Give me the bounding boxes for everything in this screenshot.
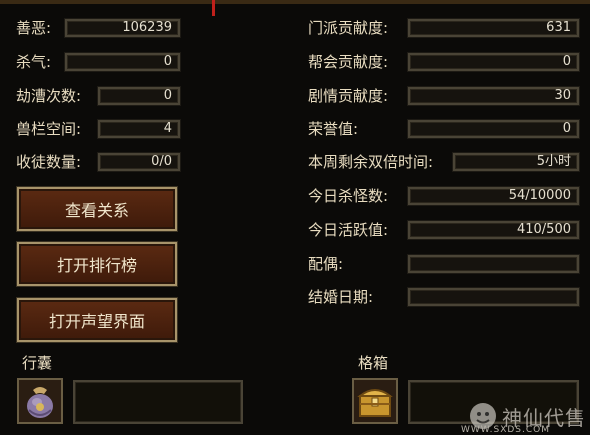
bag-detail-slot[interactable] xyxy=(73,380,243,424)
pouch-icon xyxy=(19,380,61,422)
pet-space-label: 兽栏空间: xyxy=(16,120,82,138)
chest-icon xyxy=(354,380,396,422)
activity-label: 今日活跃值: xyxy=(308,221,389,239)
watermark-url: WWW.SXDS.COM xyxy=(460,425,550,435)
killing-aura-label: 杀气: xyxy=(16,53,52,71)
honor-label: 荣誉值: xyxy=(308,120,359,138)
open-ranking-button[interactable]: 打开排行榜 xyxy=(17,242,177,286)
double-time-label: 本周剩余双倍时间: xyxy=(308,153,434,171)
view-relations-button[interactable]: 查看关系 xyxy=(17,187,177,231)
top-red-marker xyxy=(212,0,215,16)
bag-label: 行囊 xyxy=(22,354,53,372)
wedding-date-label: 结婚日期: xyxy=(308,288,374,306)
bag-slot[interactable] xyxy=(17,378,63,424)
monster-kills-label: 今日杀怪数: xyxy=(308,187,389,205)
honor-value: 0 xyxy=(407,119,580,139)
wedding-date-value xyxy=(407,287,580,307)
robbery-count-label: 劫漕次数: xyxy=(16,87,82,105)
spouse-label: 配偶: xyxy=(308,255,344,273)
sect-contribution-value: 631 xyxy=(407,18,580,38)
apprentice-count-label: 收徒数量: xyxy=(16,153,82,171)
open-reputation-button[interactable]: 打开声望界面 xyxy=(17,298,177,342)
monster-kills-value: 54/10000 xyxy=(407,186,580,206)
guild-contribution-value: 0 xyxy=(407,52,580,72)
activity-value: 410/500 xyxy=(407,220,580,240)
karma-value: 106239 xyxy=(64,18,181,38)
story-contribution-value: 30 xyxy=(407,86,580,106)
sect-contribution-label: 门派贡献度: xyxy=(308,19,389,37)
chest-slot[interactable] xyxy=(352,378,398,424)
killing-aura-value: 0 xyxy=(64,52,181,72)
box-label: 格箱 xyxy=(358,354,389,372)
spouse-value xyxy=(407,254,580,274)
karma-label: 善恶: xyxy=(16,19,52,37)
story-contribution-label: 剧情贡献度: xyxy=(308,87,389,105)
top-frame-strip xyxy=(0,0,590,16)
robbery-count-value: 0 xyxy=(97,86,181,106)
apprentice-count-value: 0/0 xyxy=(97,152,181,172)
double-time-value: 5小时 xyxy=(452,152,580,172)
guild-contribution-label: 帮会贡献度: xyxy=(308,53,389,71)
pet-space-value: 4 xyxy=(97,119,181,139)
